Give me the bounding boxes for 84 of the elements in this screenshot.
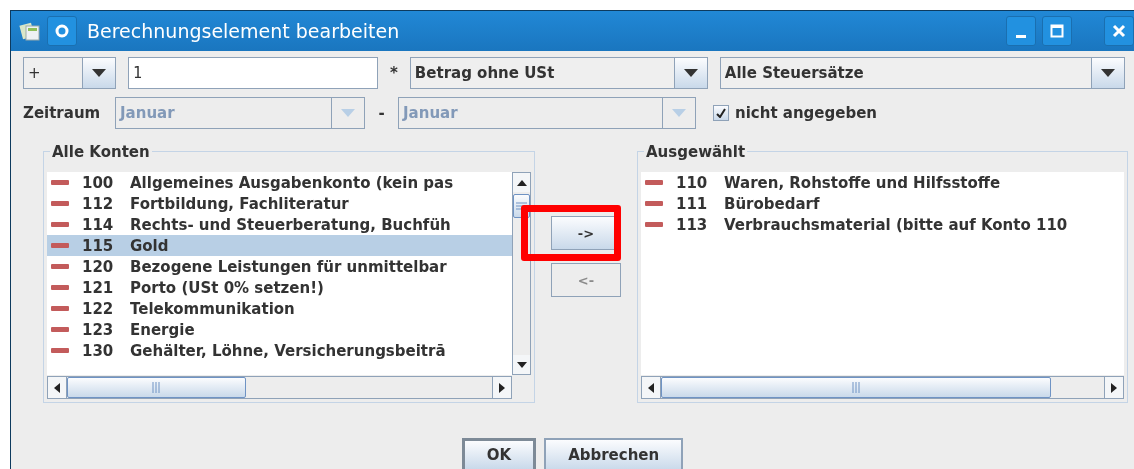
check-icon [716,108,726,118]
account-number: 112 [82,194,115,213]
account-row[interactable]: 122 Telekommunikation [47,298,512,319]
grip-icon [851,382,860,393]
circle-icon [55,24,69,38]
account-row[interactable]: 120 Bezogene Leistungen für unmittelbar [47,256,512,277]
account-number: 111 [676,194,709,213]
account-number: 115 [82,236,115,255]
account-row[interactable]: 121 Porto (USt 0% setzen!) [47,277,512,298]
account-number: 121 [82,278,115,297]
account-row[interactable]: 113 Verbrauchsmaterial (bitte auf Konto 110 [641,214,1124,235]
account-name: Porto (USt 0% setzen!) [130,278,324,297]
account-icon [51,285,69,290]
factor-field[interactable]: 1 [128,57,378,89]
ok-button[interactable]: OK [461,438,537,469]
account-name: Bürobedarf [724,194,820,213]
close-button[interactable] [1104,16,1134,46]
multiply-sign: * [390,64,398,82]
account-name: Gehälter, Löhne, Versicherungsbeitrā [130,341,446,360]
scroll-right-icon [1111,382,1117,393]
account-icon [51,222,69,227]
account-number: 113 [676,215,709,234]
account-name: Verbrauchsmaterial (bitte auf Konto 110 [724,215,1068,234]
account-name: Rechts- und Steuerberatung, Buchfüh [130,215,451,234]
account-number: 120 [82,257,115,276]
app-icon [19,21,41,41]
scroll-up-icon [516,179,527,186]
dropdown-arrow-icon [341,109,355,117]
scroll-right-icon [499,382,505,393]
vertical-scrollbar[interactable] [512,172,531,375]
dropdown-arrow-icon [672,109,686,117]
account-name: Fortbildung, Fachliteratur [130,194,349,213]
account-icon [51,201,69,206]
account-icon [51,348,69,353]
scroll-left-icon [648,382,654,393]
horizontal-scrollbar[interactable] [641,376,1124,399]
group-title: Ausgewählt [644,143,748,161]
window-menu-button[interactable] [47,16,77,46]
account-number: 100 [82,173,115,192]
scroll-left-icon [54,382,60,393]
account-icon [645,222,663,227]
account-icon [51,264,69,269]
cancel-button[interactable]: Abbrechen [544,438,684,469]
close-icon [1112,24,1126,38]
account-number: 122 [82,299,115,318]
window-title: Berechnungselement bearbeiten [87,20,401,42]
account-row[interactable]: 112 Fortbildung, Fachliteratur [47,193,512,214]
account-row[interactable]: 110 Waren, Rohstoffe und Hilfsstoffe [641,172,1124,193]
account-icon [51,180,69,185]
account-icon [645,201,663,206]
account-row[interactable]: 111 Bürobedarf [641,193,1124,214]
grip-icon [152,382,161,393]
minimize-button[interactable] [1006,16,1036,46]
horizontal-scrollbar[interactable] [47,376,512,399]
account-number: 114 [82,215,115,234]
account-row[interactable]: 123 Energie [47,319,512,340]
maximize-button[interactable] [1042,16,1072,46]
account-name: Waren, Rohstoffe und Hilfsstoffe [724,173,1001,192]
grip-icon [516,202,527,210]
scroll-down-icon [516,361,527,368]
account-icon [645,180,663,185]
account-name: Gold [130,236,169,255]
account-name: Energie [130,320,195,339]
maximize-icon [1050,24,1064,38]
account-row[interactable]: 100 Allgemeines Ausgabenkonto (kein pas [47,172,512,193]
dropdown-arrow-icon [683,69,698,77]
account-number: 130 [82,341,115,360]
dropdown-arrow-icon [1100,69,1115,77]
account-name: Telekommunikation [130,299,295,318]
not-specified-checkbox[interactable]: nicht angegeben [713,104,877,122]
period-label: Zeitraum [23,104,102,122]
account-row[interactable]: 130 Gehälter, Löhne, Versicherungsbeitrā [47,340,512,361]
account-row[interactable]: 115 Gold [47,235,512,256]
account-icon [51,327,69,332]
range-separator: - [377,104,386,122]
minimize-icon [1016,34,1026,38]
account-icon [51,306,69,311]
account-icon [51,243,69,248]
account-row[interactable]: 114 Rechts- und Steuerberatung, Buchfüh [47,214,512,235]
account-name: Allgemeines Ausgabenkonto (kein pas [130,173,454,192]
dropdown-arrow-icon [92,69,106,77]
account-name: Bezogene Leistungen für unmittelbar [130,257,447,276]
account-number: 123 [82,320,115,339]
account-number: 110 [676,173,709,192]
